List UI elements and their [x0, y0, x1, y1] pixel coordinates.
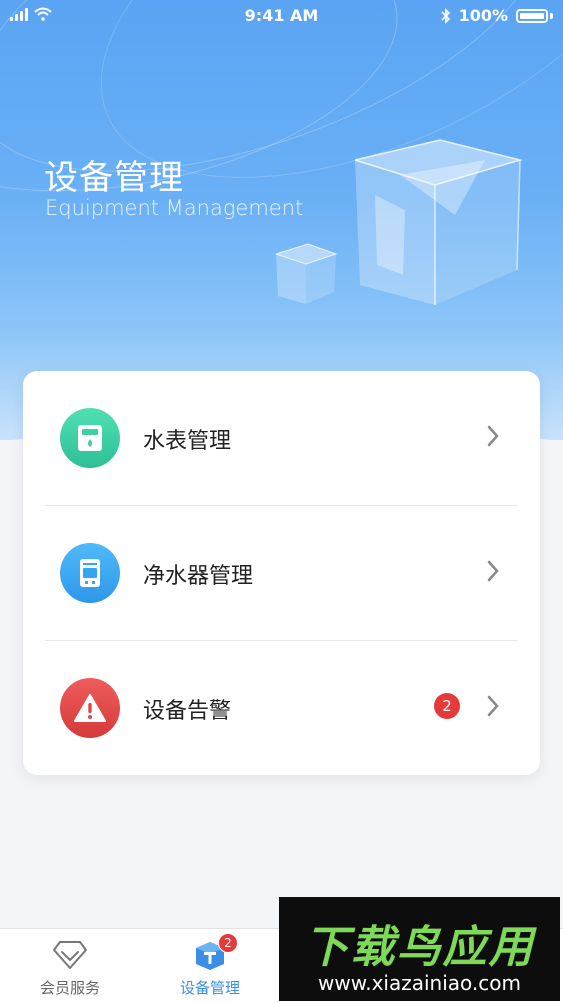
- tab-label: 会员服务: [39, 979, 100, 997]
- tab-member-service[interactable]: 会员服务: [0, 929, 140, 1002]
- page-subtitle: Equipment Management: [45, 196, 304, 220]
- menu-item-label: 水表管理: [143, 429, 232, 454]
- alarm-count-badge: 2: [434, 693, 460, 719]
- bluetooth-icon: [440, 7, 450, 24]
- battery-tip: [550, 12, 553, 19]
- warning-icon: [60, 678, 120, 738]
- watermark-logo-text: 下载鸟应用: [304, 922, 535, 973]
- battery-icon: [516, 8, 548, 23]
- menu-card: 水表管理 净水器管理 设备告警 2: [23, 371, 540, 775]
- menu-item-device-alarm[interactable]: 设备告警 2: [23, 641, 540, 775]
- chevron-right-icon: [487, 425, 499, 447]
- tab-badge: 2: [218, 933, 238, 953]
- tab-device-management[interactable]: 2 设备管理: [140, 929, 280, 1002]
- cube-small-illustration: [275, 243, 338, 304]
- water-meter-icon: [60, 408, 120, 468]
- page-title: 设备管理: [44, 158, 184, 198]
- cube-illustration: [354, 139, 523, 305]
- diamond-icon: [53, 941, 87, 969]
- watermark-url: www.xiazainiao.com: [318, 971, 521, 995]
- menu-item-water-purifier[interactable]: 净水器管理: [23, 506, 540, 640]
- menu-item-label: 净水器管理: [143, 564, 254, 589]
- water-purifier-icon: [60, 543, 120, 603]
- battery-percent: 100%: [458, 6, 508, 25]
- chevron-right-icon: [487, 695, 499, 717]
- chevron-right-icon: [487, 560, 499, 582]
- status-bar: 9:41 AM 100%: [0, 0, 563, 32]
- menu-item-label: 设备告警: [143, 699, 232, 724]
- watermark: 下载鸟应用 www.xiazainiao.com: [279, 897, 560, 1001]
- tab-label: 设备管理: [179, 979, 240, 997]
- menu-item-water-meter[interactable]: 水表管理: [23, 371, 540, 505]
